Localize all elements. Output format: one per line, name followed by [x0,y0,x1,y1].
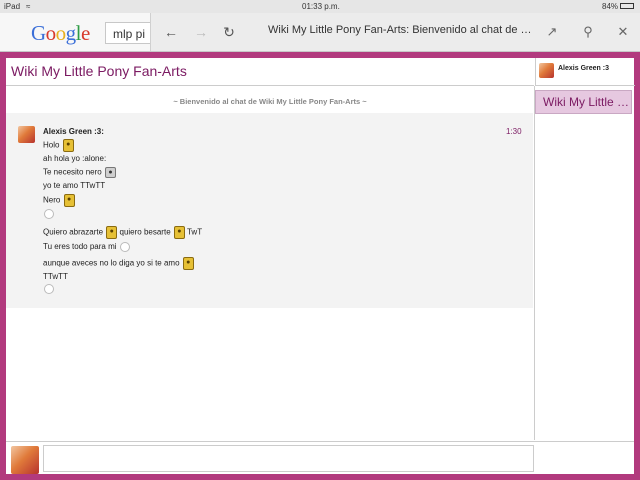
message-line: Holo ● [43,139,74,152]
wifi-icon: ≈ [26,2,31,11]
user-name[interactable]: Alexis Green :3 [558,65,609,72]
message-line: yo te amo TTwTT [43,181,106,190]
emoticon-icon: ● [63,194,75,207]
emoticon-icon [44,209,54,219]
battery-percent: 84% [602,2,619,11]
room-tab[interactable]: Wiki My Little Pony Fan-Arts [535,90,632,114]
clock: 01:33 p.m. [302,2,340,11]
message-line: aunque aveces no lo diga yo si te amo ● [43,257,194,270]
chat-window: Wiki My Little Pony Fan-Arts Alexis Gree… [6,58,635,475]
message-line: Nero ● [43,194,75,207]
wiki-header: Wiki My Little Pony Fan-Arts [6,58,534,86]
message-line: Quiero abrazarte ● quiero besarte ● TwT [43,226,202,239]
self-avatar[interactable] [11,446,39,474]
google-logo[interactable]: Google [31,21,90,46]
message-line: Tu eres todo para mi [43,242,130,252]
share-icon[interactable]: ↗ [543,23,561,41]
ios-status-bar: iPad ≈ 01:33 p.m. 84% [0,0,640,13]
reload-icon[interactable]: ↻ [220,23,238,41]
message-avatar[interactable] [18,126,35,143]
user-avatar[interactable] [539,63,554,78]
close-icon[interactable]: ✕ [614,23,632,41]
device-label: iPad [4,2,21,11]
google-tab[interactable]: Google mlp pi [0,13,151,51]
message-author[interactable]: Alexis Green :3: [43,127,104,136]
emoticon-icon [119,242,130,252]
emoticon-icon: ● [104,167,116,178]
welcome-message: ~ Bienvenido al chat de Wiki My Little P… [173,97,367,106]
emoticon-icon: ● [106,226,118,239]
emoticon-icon: ● [62,139,74,152]
message-line [43,284,54,294]
message-line: ah hola yo :alone: [43,154,107,163]
message-block: Alexis Green :3: 1:30 Holo ● ah hola yo … [6,113,533,308]
forward-arrow-icon[interactable]: → [192,23,210,41]
page-title: Wiki My Little Pony Fan-Arts: Bienvenido… [268,24,533,36]
search-input[interactable]: mlp pi [105,22,150,44]
message-line: TTwTT [43,272,68,281]
wiki-title[interactable]: Wiki My Little Pony Fan-Arts [11,63,187,79]
emoticon-icon [44,284,54,294]
input-bar [6,441,634,475]
browser-toolbar: Google mlp pi ← → ↻ Wiki My Little Pony … [0,13,640,52]
current-user[interactable]: Alexis Green :3 [535,58,635,86]
message-line [43,209,54,219]
emoticon-icon: ● [182,257,194,270]
battery-icon [620,3,634,9]
message-input[interactable] [43,445,534,472]
find-in-page-icon[interactable]: ⚲ [579,23,597,41]
back-arrow-icon[interactable]: ← [162,23,180,41]
emoticon-icon: ● [173,226,185,239]
message-time: 1:30 [506,127,522,136]
message-line: Te necesito nero ● [43,167,116,178]
